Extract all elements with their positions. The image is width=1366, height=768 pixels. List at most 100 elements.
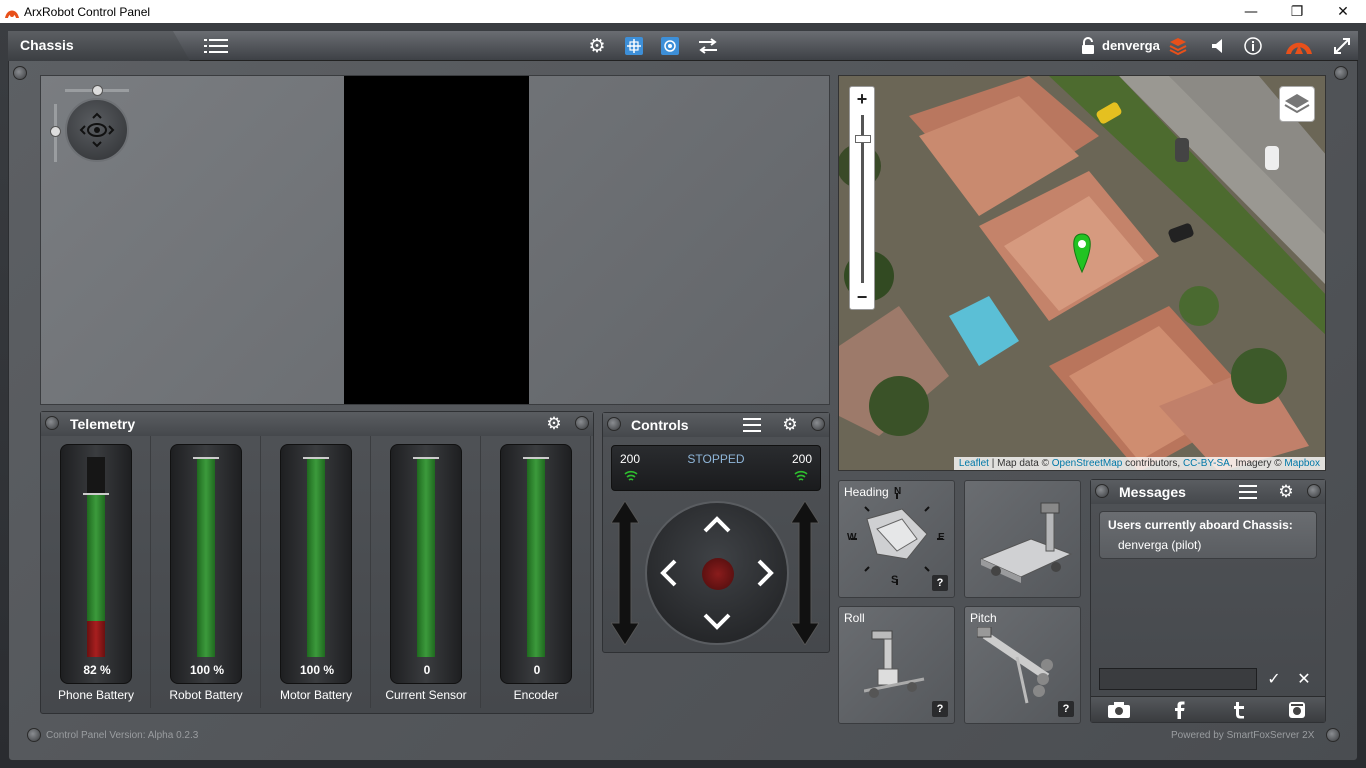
app-area: Chassis ⚙ denverga + − Leaflet | Map dat… xyxy=(0,23,1366,768)
list-icon[interactable] xyxy=(204,35,228,57)
right-arrow-icon[interactable] xyxy=(757,559,774,587)
attrib-text-1: | Map data © xyxy=(988,458,1052,469)
pan-knob[interactable] xyxy=(92,85,103,96)
osm-link[interactable]: OpenStreetMap xyxy=(1052,458,1123,469)
gauge-label: Phone Battery xyxy=(57,688,135,702)
gauge-fill-low xyxy=(87,621,105,657)
layers-button[interactable] xyxy=(1279,86,1315,122)
stack-icon[interactable] xyxy=(1166,35,1190,57)
controls-panel: Controls ⚙ 200 STOPPED 200 xyxy=(602,412,830,653)
gauge-tube xyxy=(83,457,109,657)
gauge-meter: 100 % xyxy=(280,444,352,684)
pitch-instrument: Pitch ? xyxy=(964,606,1081,724)
video-stream xyxy=(344,76,529,404)
clear-button[interactable]: ✕ xyxy=(1293,668,1315,690)
right-throttle-slider[interactable] xyxy=(791,501,819,645)
gauge-marker xyxy=(523,457,549,459)
bolt xyxy=(1326,728,1340,742)
minimize-button[interactable]: — xyxy=(1228,0,1274,23)
robot-model-icon xyxy=(979,502,1073,583)
gauge-value: 100 % xyxy=(189,663,225,677)
roll-model-icon xyxy=(864,630,925,698)
tilt-knob[interactable] xyxy=(50,126,61,137)
messages-header: Messages ⚙ xyxy=(1091,480,1325,504)
gauge-marker xyxy=(193,457,219,459)
compass-w: W xyxy=(847,532,857,543)
gear-icon[interactable]: ⚙ xyxy=(585,35,609,57)
left-throttle-slider[interactable] xyxy=(611,501,639,645)
tab-chassis[interactable]: Chassis xyxy=(8,31,190,61)
gauge-fill xyxy=(307,457,325,657)
zoom-in-button[interactable]: + xyxy=(850,87,874,111)
messages-panel: Messages ⚙ Users currently aboard Chassi… xyxy=(1090,479,1326,723)
controls-menu-icon[interactable] xyxy=(743,418,761,432)
leaflet-link[interactable]: Leaflet xyxy=(959,458,989,469)
info-icon[interactable] xyxy=(1241,35,1265,57)
gauge-tube xyxy=(413,457,439,657)
target-icon[interactable] xyxy=(658,35,682,57)
drive-dpad[interactable] xyxy=(645,501,789,645)
gauge-label: Robot Battery xyxy=(169,688,243,702)
bolt xyxy=(27,728,41,742)
left-arrow-icon[interactable] xyxy=(660,559,677,587)
forward-arrow-icon[interactable] xyxy=(703,516,731,533)
gauge-marker xyxy=(303,457,329,459)
license-link[interactable]: CC-BY-SA xyxy=(1183,458,1230,469)
users-box: Users currently aboard Chassis: denverga… xyxy=(1099,511,1317,559)
tilt-slider[interactable] xyxy=(50,104,61,162)
backward-arrow-icon[interactable] xyxy=(703,613,731,630)
gauge-label: Motor Battery xyxy=(279,688,353,702)
mapbox-link[interactable]: Mapbox xyxy=(1284,458,1320,469)
telemetry-header: Telemetry ⚙ xyxy=(41,412,593,436)
satellite-map[interactable]: + − Leaflet | Map data © OpenStreetMap c… xyxy=(838,75,1326,471)
fullscreen-icon[interactable] xyxy=(1330,35,1354,57)
heading-help-button[interactable]: ? xyxy=(932,575,948,591)
stop-button[interactable] xyxy=(702,558,734,590)
pitch-label: Pitch xyxy=(970,611,997,625)
pitch-model-icon xyxy=(977,627,1053,704)
gauge-column: 0 Current Sensor xyxy=(371,436,481,708)
pan-slider[interactable] xyxy=(65,85,129,96)
lock-icon xyxy=(1076,35,1100,57)
pitch-help-button[interactable]: ? xyxy=(1058,701,1074,717)
grid-icon[interactable] xyxy=(622,35,646,57)
send-button[interactable]: ✓ xyxy=(1263,668,1285,690)
window-title: ArxRobot Control Panel xyxy=(24,4,151,19)
controls-gear-icon[interactable]: ⚙ xyxy=(781,416,799,434)
swap-icon[interactable] xyxy=(696,35,720,57)
gauge-fill xyxy=(197,457,215,657)
map-attribution: Leaflet | Map data © OpenStreetMap contr… xyxy=(953,457,1325,470)
maximize-button[interactable]: ❐ xyxy=(1274,0,1320,23)
bolt xyxy=(1307,484,1321,498)
telemetry-gear-icon[interactable]: ⚙ xyxy=(545,415,563,433)
zoom-out-button[interactable]: − xyxy=(850,285,874,309)
close-window-button[interactable]: ✕ xyxy=(1320,0,1366,23)
attrib-text-2: contributors, xyxy=(1122,458,1183,469)
messages-menu-icon[interactable] xyxy=(1239,485,1257,499)
speaker-icon[interactable] xyxy=(1206,35,1230,57)
gauge-column: 0 Encoder xyxy=(481,436,591,708)
status-display: 200 STOPPED 200 xyxy=(611,445,821,491)
camera-icon[interactable] xyxy=(1107,701,1131,719)
window-titlebar: ArxRobot Control Panel — ❐ ✕ xyxy=(0,0,1366,23)
camera-dpad[interactable] xyxy=(65,98,129,162)
tumblr-icon[interactable] xyxy=(1227,701,1251,719)
instagram-icon[interactable] xyxy=(1285,701,1309,719)
compass-e: E xyxy=(938,532,945,543)
gauge-value: 0 xyxy=(533,663,541,677)
gauge-value: 100 % xyxy=(299,663,335,677)
controls-title: Controls xyxy=(631,417,689,433)
user-item: denverga (pilot) xyxy=(1118,538,1202,552)
gauge-tube xyxy=(303,457,329,657)
gauge-value: 0 xyxy=(423,663,431,677)
roll-help-button[interactable]: ? xyxy=(932,701,948,717)
video-feed xyxy=(40,75,830,405)
zoom-handle[interactable] xyxy=(855,135,871,143)
message-input[interactable] xyxy=(1099,668,1257,690)
facebook-icon[interactable] xyxy=(1167,701,1191,719)
messages-gear-icon[interactable]: ⚙ xyxy=(1277,483,1295,501)
messages-title: Messages xyxy=(1119,484,1186,500)
gauge-meter: 82 % xyxy=(60,444,132,684)
bolt xyxy=(13,66,27,80)
gauge-tube xyxy=(523,457,549,657)
